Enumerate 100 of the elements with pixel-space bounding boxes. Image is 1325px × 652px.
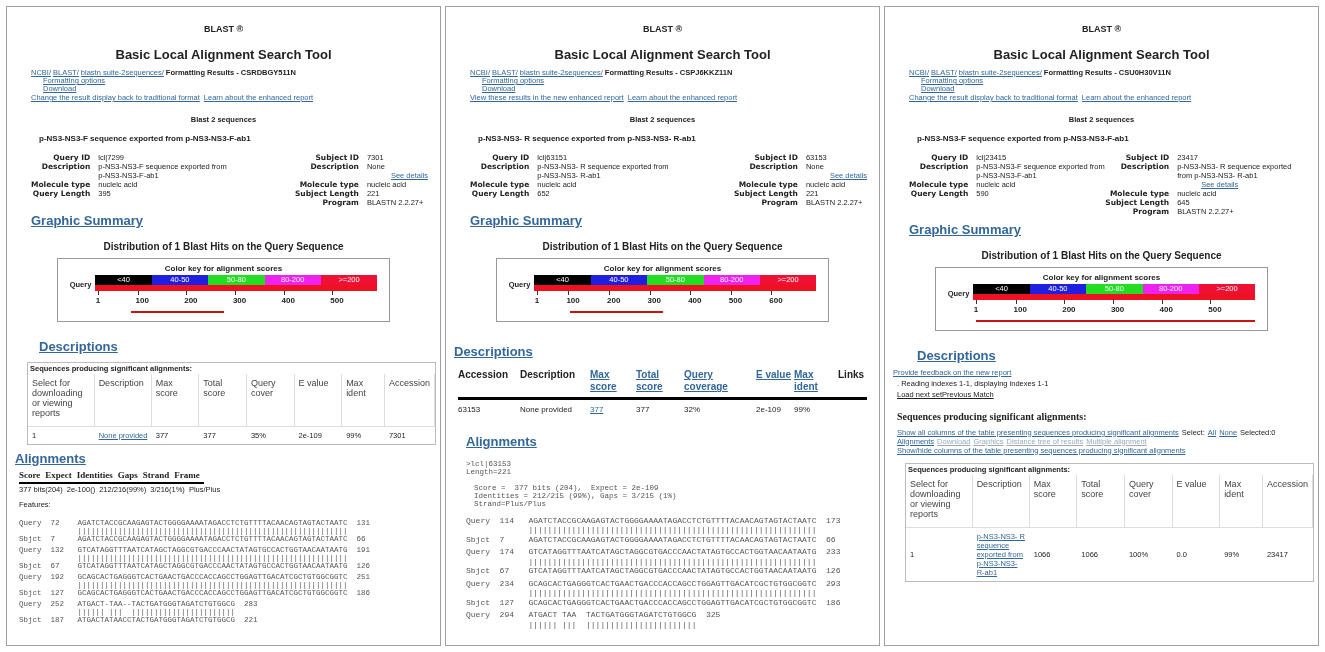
page-title: BLAST ® [203,23,244,36]
page-heading: Basic Local Alignment Search Tool [554,45,771,64]
tick-label: 200 [1062,303,1076,316]
tick-mark [137,290,139,295]
column-header: Query cover [1124,474,1173,528]
tick-label: 500 [728,294,743,307]
page-heading: Basic Local Alignment Search Tool [115,45,332,64]
section-heading[interactable]: Alignments [466,432,537,452]
column-header: Accession [458,369,509,383]
position-number: 234 [499,578,515,589]
position-number: 67 [499,566,511,576]
sequence-text: AGATCTACCGCAAGAGTACTGGGGAAAATAGACCTCTGTTTTACAACAGTAGTACTAATC [528,534,817,545]
section-heading[interactable]: Graphic Summary [31,211,143,231]
query-title: p-NS3-NS3-F sequence exported from p-NS3-NS3-F-ab1 [917,133,1130,146]
match-line: |||||| ||| ||||||||||||||||||||||| [528,619,697,630]
match-line: |||||||||||||||||||||||||||||||||||||||||||||||||||||||||||| [528,525,817,535]
sequence-label: Query [466,578,491,589]
tick-label: 400 [688,294,702,307]
section-heading[interactable]: Descriptions [917,347,996,363]
page-heading: Basic Local Alignment Search Tool [993,45,1210,64]
tick-mark [975,299,977,304]
sequence-text: GTCATAGGTTTAATCATAGCTAGGCGTGACCCAACTATAGTGCCACTGGTAACAATAATG [528,566,817,576]
query-title: p-NS3-NS3- R sequence exported from p-NS3-NS3- R-ab1 [478,133,697,146]
match-line: |||||||||||||||||||||||||||||||||||||||||||||||||||||||||||| [528,556,817,567]
sequence-text: GTCATAGGTTTAATCATAGCTAGGCGTGACCCAACTATAGTGCCACTGGTAACAATAATG [528,547,817,557]
column-header-link[interactable]: Query coverage [684,369,754,394]
tick-label: 1 [973,303,979,316]
tick-label: 1 [534,294,540,307]
table-cell: 32% [684,404,700,417]
table-cell: None provided [520,404,573,417]
position-number: 114 [499,515,515,526]
column-header-link[interactable]: Total score [636,369,682,394]
tick-mark [1112,299,1114,304]
column-header: Score [19,468,41,482]
position-number: 126 [826,566,841,576]
tick-mark [690,290,692,295]
sequence-label: Query [466,547,491,557]
sequence-text: ATGACT TAA TACTGATGGGTAGATCTGTGGCG [528,610,697,620]
column-header: Select for downloading or viewing reports [28,374,95,427]
column-header: Select for downloading or viewing reports [906,474,973,528]
tick-label: 300 [647,294,661,307]
tick-mark [568,290,570,295]
column-header-link[interactable]: Max score [590,369,634,394]
tick-label: 200 [607,294,621,307]
column-header: Accession [384,374,435,427]
column-header: Description [972,474,1030,528]
tick-mark [1161,299,1163,304]
column-header: Max ident [1220,474,1263,528]
tick-label: 100 [566,294,580,307]
section-heading[interactable]: Alignments [15,449,86,469]
section-heading[interactable]: Descriptions [39,338,118,354]
tick-label: 400 [1159,303,1173,316]
match-line: |||||||||||||||||||||||||||||||||||||||||||||||||||||||||||| [528,588,817,598]
table-cell: 377 [636,404,650,417]
tick-mark [771,290,773,295]
sequence-label: Query [466,610,491,620]
position-number: 186 [826,597,841,608]
position-number: 293 [826,578,841,589]
score-link[interactable]: 377 [590,404,604,417]
column-header: Gaps [117,468,138,482]
tick-mark [1210,299,1212,304]
position-number: 174 [499,547,515,557]
column-header: Total score [199,374,247,427]
table-cell: 2e-109 [756,404,781,417]
tick-label: 300 [1110,303,1125,316]
section-heading[interactable]: Descriptions [454,341,533,362]
page-title: BLAST ® [642,23,683,36]
column-header: Description [94,374,152,427]
section-heading[interactable]: Graphic Summary [470,211,582,231]
column-header-link[interactable]: Max ident [794,369,836,394]
tick-mark [536,290,538,295]
color-key-title: Color key for alignment scores [603,262,722,275]
page-title: BLAST ® [1081,23,1122,36]
section-heading[interactable]: Graphic Summary [909,220,1021,240]
sequence-label: Sbjct [466,534,491,545]
column-header-link[interactable]: E value [756,369,792,394]
query-title: p-NS3-NS3-F sequence exported from p-NS3-NS3-F-ab1 [39,133,252,146]
sequence-label: Query [466,515,491,526]
column-header: Links [838,369,865,383]
column-header: Query cover [246,374,295,427]
column-header: E value [1172,474,1221,528]
column-header: Expect [45,468,72,482]
sequence-text: GCAGCACTGAGGGTCACTGAACTGACCCACCAGCCTGGAGTTGACATCGCTGTGGCGGTC [528,597,817,608]
tick-label: 500 [330,294,344,307]
color-key-title: Color key for alignment scores [1042,271,1161,284]
tick-label: 1 [95,294,101,307]
tick-label: 400 [281,294,295,307]
column-header: Frame [174,468,200,482]
sequence-text: GCAGCACTGAGGGTCACTGAACTGACCCACCAGCCTGGAGTTGACATCGCTGTGGCGGTC [528,578,817,589]
color-key-title: Color key for alignment scores [164,262,283,275]
tick-mark [609,290,610,295]
column-header: Identities [76,468,113,482]
column-header: Max ident [342,374,385,427]
chart-title: Distribution of 1 Blast Hits on the Query Sequence [981,248,1222,263]
sequence-text: AGATCTACCGCAAGAGTACTGGGGAAAATAGACCTCTGTTTTACAACAGTAGTACTAATC [528,515,817,526]
tick-mark [332,290,334,295]
tick-mark [730,290,732,295]
tick-label: 300 [232,294,247,307]
tick-mark [283,290,285,295]
tick-mark [649,290,651,295]
